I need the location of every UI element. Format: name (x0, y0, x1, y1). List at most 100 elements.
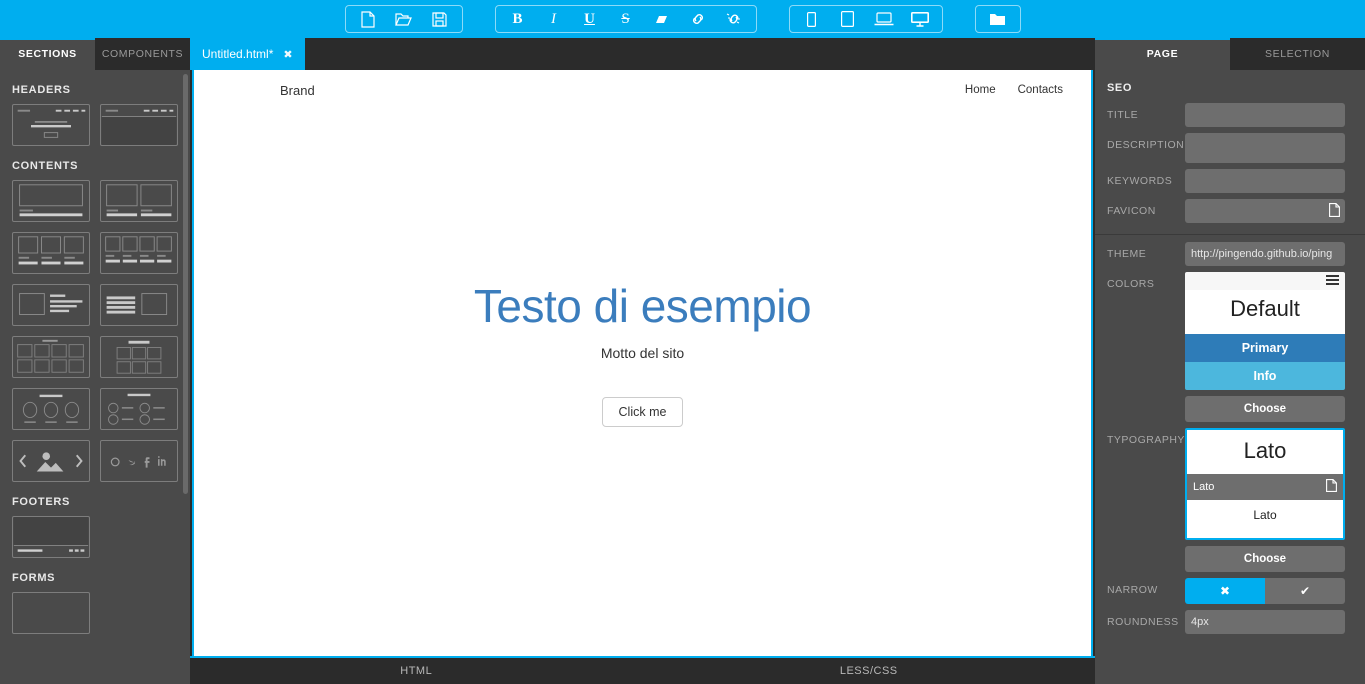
seo-keywords-input[interactable] (1185, 169, 1345, 193)
hero-section[interactable]: Testo di esempio Motto del sito Click me (194, 110, 1091, 656)
save-file-button[interactable] (422, 6, 458, 32)
colors-label: COLORS (1107, 278, 1155, 290)
section-thumb-content-9[interactable] (12, 388, 90, 430)
tab-sections-label: SECTIONS (18, 48, 77, 60)
link-button[interactable] (680, 6, 716, 32)
phone-view-button[interactable] (794, 6, 830, 32)
roundness-row: ROUNDNESS (1095, 607, 1365, 637)
navbar-links: Home Contacts (965, 84, 1063, 96)
section-thumb-content-10[interactable] (100, 388, 178, 430)
document-tab-title: Untitled.html* (202, 47, 274, 61)
seo-favicon-input[interactable] (1185, 199, 1345, 223)
tab-selection-label: SELECTION (1265, 48, 1330, 60)
tab-components[interactable]: COMPONENTS (95, 38, 190, 70)
unlink-button[interactable] (716, 6, 752, 32)
seo-title-label: TITLE (1107, 109, 1139, 121)
form-preview-icon (13, 593, 89, 633)
color-band-primary: Primary (1185, 334, 1345, 362)
inspector-divider (1095, 234, 1365, 235)
seo-keywords-label: KEYWORDS (1107, 175, 1173, 187)
section-thumb-footer-1[interactable] (12, 516, 90, 558)
section-thumb-header-2[interactable] (100, 104, 178, 146)
seo-title-input[interactable] (1185, 103, 1345, 127)
code-tabs-bar: HTML LESS/CSS (190, 656, 1095, 684)
nav-link-home[interactable]: Home (965, 84, 996, 96)
section-thumb-header-1[interactable] (12, 104, 90, 146)
italic-icon: I (551, 10, 556, 27)
content-preview-icon (18, 236, 84, 265)
sidebar-scrollbar[interactable] (183, 74, 188, 494)
strikethrough-icon: S (621, 10, 630, 27)
content-preview-icon (17, 339, 84, 373)
clear-format-button[interactable] (644, 6, 680, 32)
tab-sections[interactable]: SECTIONS (0, 38, 95, 70)
theme-label: THEME (1107, 248, 1147, 260)
underline-button[interactable]: U (572, 6, 608, 32)
code-tab-html[interactable]: HTML (190, 658, 643, 684)
section-thumb-content-2[interactable] (100, 180, 178, 222)
seo-description-input[interactable] (1185, 133, 1345, 163)
roundness-input[interactable] (1185, 610, 1345, 634)
hero-cta-button[interactable]: Click me (601, 397, 684, 427)
theme-row: THEME (1095, 239, 1365, 269)
typography-preview[interactable]: Lato Lato Lato (1185, 428, 1345, 540)
narrow-off-button[interactable]: ✖ (1185, 578, 1265, 604)
file-icon[interactable] (1326, 479, 1337, 495)
desktop-view-button[interactable] (902, 6, 938, 32)
section-thumb-content-4[interactable] (100, 232, 178, 274)
carousel-preview-icon (19, 452, 83, 472)
assets-button[interactable] (980, 6, 1016, 32)
tablet-view-button[interactable] (830, 6, 866, 32)
document-tabs: Untitled.html* ✖ (190, 38, 1095, 70)
content-preview-icon (105, 236, 172, 263)
header-preview-icon (17, 109, 86, 138)
page-navbar[interactable]: Brand Home Contacts (194, 70, 1091, 110)
content-preview-icon (19, 293, 83, 315)
open-file-button[interactable] (386, 6, 422, 32)
typography-font-select[interactable]: Lato (1187, 474, 1343, 500)
page-canvas[interactable]: Brand Home Contacts Testo di esempio Mot… (192, 70, 1093, 656)
close-icon[interactable]: ✖ (283, 48, 292, 61)
typography-display-name: Lato (1187, 430, 1343, 474)
nav-link-contacts[interactable]: Contacts (1018, 84, 1063, 96)
tab-selection[interactable]: SELECTION (1230, 38, 1365, 70)
navbar-brand[interactable]: Brand (280, 83, 315, 98)
strikethrough-button[interactable]: S (608, 6, 644, 32)
canvas-wrapper: Brand Home Contacts Testo di esempio Mot… (190, 70, 1095, 656)
app-body: SECTIONS COMPONENTS HEADERS CONTENTS FOO… (0, 38, 1365, 684)
section-thumb-content-5[interactable] (12, 284, 90, 326)
hero-heading[interactable]: Testo di esempio (474, 279, 812, 333)
seo-description-row: DESCRIPTION (1095, 130, 1365, 166)
group-title-headers: HEADERS (12, 84, 71, 96)
seo-keywords-row: KEYWORDS (1095, 166, 1365, 196)
narrow-on-button[interactable]: ✔ (1265, 578, 1345, 604)
typography-choose-button[interactable]: Choose (1185, 546, 1345, 572)
hero-motto[interactable]: Motto del sito (601, 345, 684, 361)
theme-url-input[interactable] (1185, 242, 1345, 266)
code-tab-lesscss[interactable]: LESS/CSS (643, 658, 1096, 684)
section-thumb-carousel[interactable] (12, 440, 90, 482)
content-preview-icon (106, 184, 172, 217)
document-tab-untitled[interactable]: Untitled.html* ✖ (190, 38, 305, 70)
section-thumb-form-1[interactable] (12, 592, 90, 634)
content-preview-icon (116, 340, 162, 374)
new-file-button[interactable] (350, 6, 386, 32)
section-thumb-content-8[interactable] (100, 336, 178, 378)
section-thumb-content-1[interactable] (12, 180, 90, 222)
sidebar-scroll-area[interactable]: HEADERS CONTENTS FOOTERS FORMS (0, 70, 190, 684)
section-thumb-content-3[interactable] (12, 232, 90, 274)
section-thumb-social[interactable] (100, 440, 178, 482)
section-thumb-content-6[interactable] (100, 284, 178, 326)
colors-choose-button[interactable]: Choose (1185, 396, 1345, 422)
bold-button[interactable]: B (500, 6, 536, 32)
laptop-view-button[interactable] (866, 6, 902, 32)
tab-page[interactable]: PAGE (1095, 38, 1230, 70)
editor-center: Untitled.html* ✖ Brand Home Contacts Tes… (190, 38, 1095, 684)
italic-button[interactable]: I (536, 6, 572, 32)
section-thumb-content-7[interactable] (12, 336, 90, 378)
color-theme-preview[interactable]: Default Primary Info (1185, 272, 1345, 390)
header-preview-icon (101, 109, 177, 145)
tab-components-label: COMPONENTS (101, 48, 184, 60)
tab-page-label: PAGE (1146, 48, 1179, 60)
hamburger-icon (1326, 272, 1339, 290)
